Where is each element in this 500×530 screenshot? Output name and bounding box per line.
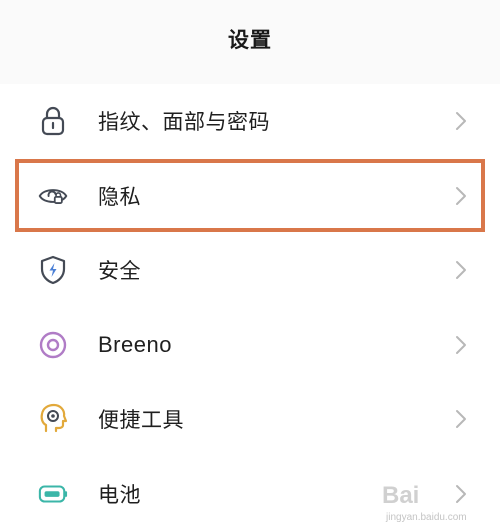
breeno-ring-icon bbox=[38, 330, 68, 360]
head-target-icon bbox=[38, 404, 68, 434]
settings-item-label: 隐私 bbox=[98, 184, 141, 209]
chevron-right-icon bbox=[454, 185, 468, 207]
settings-item-label: 指纹、面部与密码 bbox=[98, 110, 270, 135]
lock-icon bbox=[38, 106, 68, 136]
baidu-watermark: Bai jingyan.baidu.com bbox=[380, 478, 498, 528]
chevron-right-icon bbox=[454, 334, 468, 356]
settings-item-label: Breeno bbox=[98, 331, 172, 357]
page-title: 设置 bbox=[228, 28, 272, 52]
watermark-main-text: Bai bbox=[382, 482, 420, 509]
settings-item-convenience-tools[interactable]: 便捷工具 bbox=[0, 382, 500, 457]
shield-bolt-icon bbox=[38, 255, 68, 285]
settings-item-security[interactable]: 安全 bbox=[0, 233, 500, 308]
settings-list: 指纹、面部与密码 隐私 安全 Breeno 便捷工具 电池 bbox=[0, 84, 500, 530]
settings-item-label: 安全 bbox=[98, 259, 141, 284]
chevron-right-icon bbox=[454, 259, 468, 281]
eye-lock-icon bbox=[38, 181, 68, 211]
settings-item-fingerprint-face-password[interactable]: 指纹、面部与密码 bbox=[0, 84, 500, 159]
header-bar: 设置 bbox=[0, 0, 500, 84]
chevron-right-icon bbox=[454, 110, 468, 132]
settings-item-privacy[interactable]: 隐私 bbox=[0, 159, 500, 234]
battery-icon bbox=[38, 479, 68, 509]
chevron-right-icon bbox=[454, 408, 468, 430]
settings-screen: 设置 指纹、面部与密码 隐私 安全 Breeno 便捷工具 电池 Bai jin… bbox=[0, 0, 500, 530]
settings-item-label: 便捷工具 bbox=[98, 408, 184, 433]
watermark-sub-text: jingyan.baidu.com bbox=[386, 512, 467, 523]
settings-item-label: 电池 bbox=[98, 482, 141, 507]
settings-item-breeno[interactable]: Breeno bbox=[0, 308, 500, 383]
